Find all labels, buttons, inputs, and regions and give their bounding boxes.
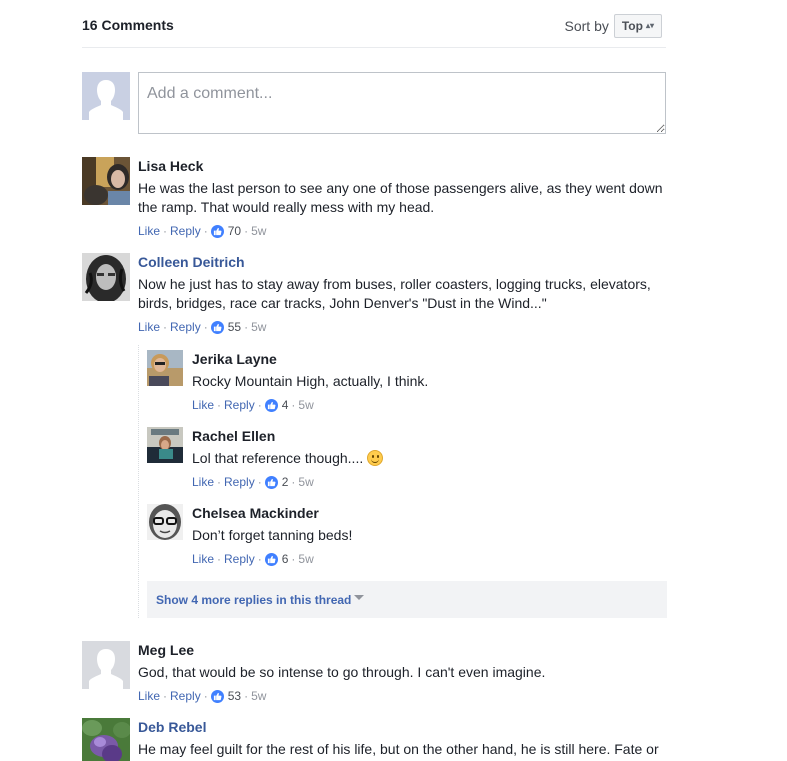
commenter-name[interactable]: Meg Lee	[138, 641, 194, 659]
timestamp[interactable]: 5w	[298, 474, 313, 490]
comment-text: Lol that reference though....	[192, 449, 662, 468]
thumbs-up-icon[interactable]	[264, 552, 278, 566]
separator: ·	[244, 320, 249, 334]
commenter-name[interactable]: Jerika Layne	[192, 350, 277, 368]
separator: ·	[291, 475, 296, 489]
separator: ·	[203, 320, 208, 334]
reply-thread: Jerika Layne Rocky Mountain High, actual…	[138, 345, 667, 618]
separator: ·	[163, 224, 168, 238]
separator: ·	[217, 552, 222, 566]
comment-actions: Like · Reply · 2 · 5w	[192, 474, 662, 490]
separator: ·	[203, 689, 208, 703]
like-button[interactable]: Like	[192, 474, 214, 490]
comment-actions: Like · Reply · 6 · 5w	[192, 551, 662, 567]
thumbs-up-icon[interactable]	[210, 224, 224, 238]
commenter-name[interactable]: Lisa Heck	[138, 157, 203, 175]
avatar[interactable]	[147, 427, 183, 463]
thumbs-up-icon[interactable]	[210, 689, 224, 703]
separator: ·	[217, 398, 222, 412]
comment-actions: Like · Reply · 55 · 5w	[138, 319, 668, 335]
thumbs-up-icon[interactable]	[210, 320, 224, 334]
current-user-avatar	[82, 72, 130, 120]
comment-text: Don’t forget tanning beds!	[192, 527, 353, 543]
like-count[interactable]: 2	[282, 474, 289, 490]
separator: ·	[163, 320, 168, 334]
separator: ·	[244, 689, 249, 703]
comment-text: God, that would be so intense to go thro…	[138, 664, 546, 680]
avatar[interactable]	[82, 157, 130, 205]
comment-text-content: Lol that reference though....	[192, 450, 364, 466]
reply-button[interactable]: Reply	[170, 223, 201, 239]
reply-button[interactable]: Reply	[224, 551, 255, 567]
avatar[interactable]	[82, 718, 130, 761]
commenter-name[interactable]: Rachel Ellen	[192, 427, 275, 445]
comment-actions: Like · Reply · 70 · 5w	[138, 223, 668, 239]
comment-text: He may feel guilt for the rest of his li…	[138, 741, 659, 757]
commenter-name[interactable]: Chelsea Mackinder	[192, 504, 319, 522]
default-profile-icon	[82, 72, 130, 120]
avatar[interactable]	[147, 504, 183, 540]
separator: ·	[163, 689, 168, 703]
thumbs-up-icon[interactable]	[264, 475, 278, 489]
comment-actions: Like · Reply · 4 · 5w	[192, 397, 662, 413]
comments-header: 16 Comments Sort by Top ▴▾	[82, 12, 666, 48]
comment-text: Rocky Mountain High, actually, I think.	[192, 373, 429, 389]
smiley-emoji-icon	[367, 450, 384, 466]
avatar[interactable]	[82, 641, 130, 689]
timestamp[interactable]: 5w	[298, 397, 313, 413]
sort-value: Top	[621, 19, 643, 33]
like-count[interactable]: 53	[228, 688, 241, 704]
timestamp[interactable]: 5w	[251, 223, 266, 239]
separator: ·	[244, 224, 249, 238]
sort-control: Sort by Top ▴▾	[564, 14, 662, 38]
comment-input[interactable]	[138, 72, 666, 134]
default-profile-icon	[82, 641, 130, 689]
like-count[interactable]: 70	[228, 223, 241, 239]
separator: ·	[203, 224, 208, 238]
avatar[interactable]	[82, 253, 130, 301]
comment-actions: Like · Reply · 53 · 5w	[138, 688, 668, 704]
like-button[interactable]: Like	[192, 551, 214, 567]
timestamp[interactable]: 5w	[251, 688, 266, 704]
like-count[interactable]: 6	[282, 551, 289, 567]
comment-composer	[82, 72, 666, 134]
timestamp[interactable]: 5w	[251, 319, 266, 335]
reply-button[interactable]: Reply	[224, 397, 255, 413]
show-more-label: Show 4 more replies in this thread	[156, 592, 352, 607]
reply-button[interactable]: Reply	[224, 474, 255, 490]
separator: ·	[257, 398, 262, 412]
separator: ·	[291, 398, 296, 412]
like-button[interactable]: Like	[138, 688, 160, 704]
reply-button[interactable]: Reply	[170, 688, 201, 704]
sort-arrows-icon: ▴▾	[645, 21, 654, 30]
sort-dropdown[interactable]: Top ▴▾	[613, 14, 662, 38]
like-button[interactable]: Like	[138, 223, 160, 239]
like-count[interactable]: 4	[282, 397, 289, 413]
sort-label: Sort by	[564, 18, 609, 34]
commenter-name[interactable]: Deb Rebel	[138, 718, 206, 736]
avatar[interactable]	[147, 350, 183, 386]
separator: ·	[257, 475, 262, 489]
separator: ·	[217, 475, 222, 489]
like-count[interactable]: 55	[228, 319, 241, 335]
reply-button[interactable]: Reply	[170, 319, 201, 335]
caret-down-icon	[354, 594, 365, 600]
separator: ·	[291, 552, 296, 566]
comment-text: He was the last person to see any one of…	[138, 180, 663, 215]
timestamp[interactable]: 5w	[298, 551, 313, 567]
show-more-replies-button[interactable]: Show 4 more replies in this thread	[147, 581, 667, 618]
thumbs-up-icon[interactable]	[264, 398, 278, 412]
separator: ·	[257, 552, 262, 566]
commenter-name[interactable]: Colleen Deitrich	[138, 253, 245, 271]
like-button[interactable]: Like	[138, 319, 160, 335]
like-button[interactable]: Like	[192, 397, 214, 413]
comment-count: 16 Comments	[82, 17, 174, 33]
comment-text: Now he just has to stay away from buses,…	[138, 276, 651, 311]
